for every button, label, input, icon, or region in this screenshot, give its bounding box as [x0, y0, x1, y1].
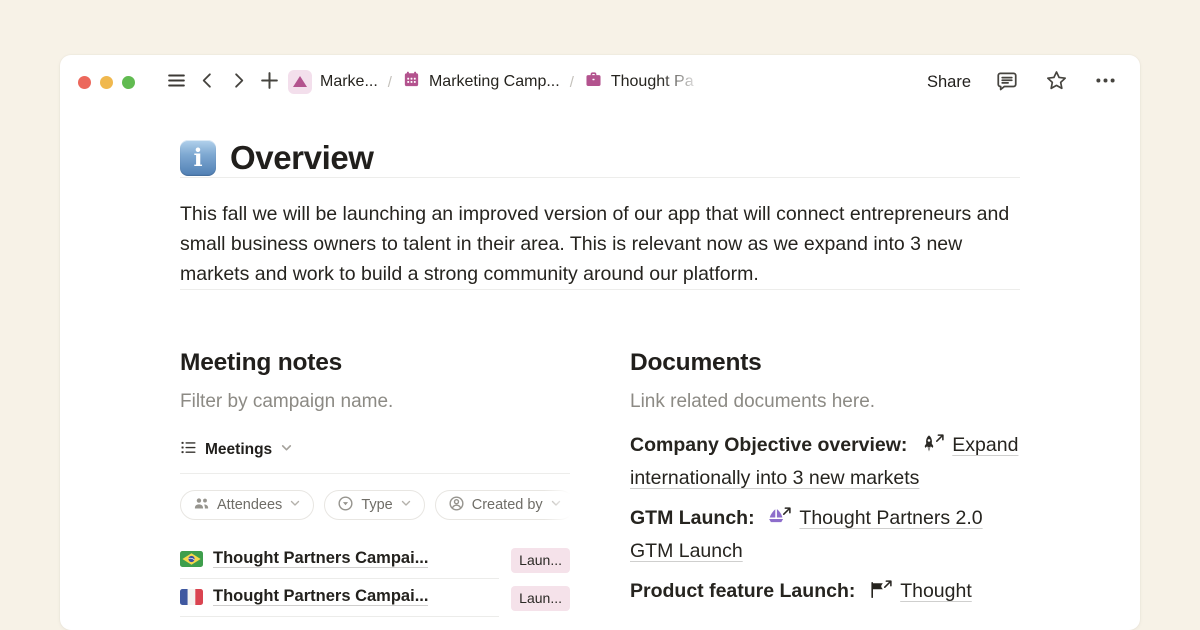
divider — [180, 177, 1020, 178]
rocket-mention-icon — [919, 432, 941, 452]
list-item: GTM Launch: Thought Partners 2.0 GTM Lau… — [630, 502, 1020, 568]
france-flag-icon — [180, 589, 203, 605]
documents-heading: Documents — [630, 349, 1020, 377]
meeting-page-link[interactable]: Thought Partners Campai... — [180, 579, 499, 617]
chevron-down-icon — [400, 497, 412, 513]
list-item: Company Objective overview: Expand inter… — [630, 429, 1020, 495]
calendar-icon — [402, 70, 421, 94]
close-window-button[interactable] — [78, 76, 91, 89]
meeting-page-link[interactable]: Thought Partners Campai... — [180, 541, 499, 579]
breadcrumb-label: Marketing Camp... — [429, 73, 560, 91]
document-label: GTM Launch: — [630, 507, 755, 529]
divider — [180, 289, 1020, 290]
page-content: i Overview This fall we will be launchin… — [60, 109, 1140, 617]
link-arrow-icon — [883, 567, 893, 600]
filter-chip-label: Attendees — [217, 497, 282, 513]
chevron-down-icon — [280, 441, 293, 459]
meeting-notes-heading: Meeting notes — [180, 349, 570, 377]
maximize-window-button[interactable] — [122, 76, 135, 89]
filter-chip-type[interactable]: Type — [324, 490, 424, 520]
filter-chip-label: Created by — [472, 497, 543, 513]
star-icon — [1045, 69, 1068, 95]
breadcrumb-separator: / — [570, 74, 574, 91]
comment-bubble-icon — [995, 70, 1019, 95]
traffic-lights — [78, 76, 135, 89]
link-arrow-icon — [782, 494, 792, 527]
back-button[interactable] — [194, 69, 220, 95]
favorite-button[interactable] — [1043, 69, 1069, 95]
sailboat-mention-icon — [766, 505, 788, 525]
campaign-tag[interactable]: Laun... — [511, 586, 570, 611]
document-link[interactable]: Thought — [900, 580, 972, 602]
filter-chip-created-by[interactable]: Created by — [435, 490, 570, 520]
document-label: Product feature Launch: — [630, 580, 855, 602]
documents-column: Documents Link related documents here. C… — [630, 349, 1020, 617]
select-circle-icon — [337, 495, 354, 516]
breadcrumb-label: Marke... — [320, 73, 378, 91]
breadcrumb-marketing-campaigns[interactable]: Marketing Camp... — [402, 70, 560, 94]
documents-caption: Link related documents here. — [630, 391, 1020, 413]
nav-controls — [163, 69, 282, 95]
filter-chip-label: Type — [361, 497, 392, 513]
documents-list: Company Objective overview: Expand inter… — [630, 429, 1020, 608]
share-button[interactable]: Share — [927, 73, 971, 92]
breadcrumb: Marke... / Marketing Camp... / Thought P… — [288, 70, 707, 94]
document-label: Company Objective overview: — [630, 434, 907, 456]
breadcrumb-workspace[interactable]: Marke... — [288, 70, 378, 94]
campaign-tag[interactable]: Laun... — [511, 548, 570, 573]
more-options-button[interactable] — [1092, 69, 1118, 95]
page-title: Overview — [230, 139, 374, 177]
two-column-layout: Meeting notes Filter by campaign name. M… — [180, 349, 1020, 617]
new-page-button[interactable] — [256, 69, 282, 95]
flag-mention-icon — [867, 578, 889, 598]
people-icon — [193, 495, 210, 516]
meeting-rows-list: Thought Partners Campai... Laun... Thoug… — [180, 541, 570, 617]
chevron-down-icon — [550, 497, 562, 513]
briefcase-icon — [584, 70, 603, 94]
meetings-view-tab[interactable]: Meetings — [180, 439, 570, 474]
sidebar-menu-button[interactable] — [163, 69, 189, 95]
ellipsis-icon — [1094, 69, 1117, 95]
chevron-left-icon — [198, 71, 217, 93]
minimize-window-button[interactable] — [100, 76, 113, 89]
filter-chip-attendees[interactable]: Attendees — [180, 490, 314, 520]
table-row: Thought Partners Campai... Laun... — [180, 579, 570, 617]
list-item: Product feature Launch: Thought — [630, 575, 1020, 608]
workspace-logo-icon — [288, 70, 312, 94]
brazil-flag-icon — [180, 551, 203, 567]
plus-icon — [259, 70, 280, 94]
intro-paragraph: This fall we will be launching an improv… — [180, 199, 1020, 289]
link-arrow-icon — [935, 421, 945, 454]
filter-chips-row: Attendees Type — [180, 490, 570, 520]
view-label: Meetings — [205, 441, 272, 459]
list-view-icon — [180, 439, 197, 461]
forward-button[interactable] — [225, 69, 251, 95]
comments-button[interactable] — [994, 69, 1020, 95]
notion-window: Marke... / Marketing Camp... / Thought P… — [60, 55, 1140, 630]
meeting-row-title: Thought Partners Campai... — [213, 549, 428, 568]
breadcrumb-label: Thought Pa — [611, 73, 694, 90]
meeting-notes-column: Meeting notes Filter by campaign name. M… — [180, 349, 570, 617]
page-title-row: i Overview — [180, 139, 1020, 177]
chevron-down-icon — [289, 497, 301, 513]
breadcrumb-separator: / — [388, 74, 392, 91]
topbar-actions: Share — [927, 69, 1118, 95]
breadcrumb-thought-partners[interactable]: Thought Pa — [584, 70, 707, 94]
window-topbar: Marke... / Marketing Camp... / Thought P… — [60, 55, 1140, 109]
person-circle-icon — [448, 495, 465, 516]
meeting-notes-caption: Filter by campaign name. — [180, 391, 570, 413]
table-row: Thought Partners Campai... Laun... — [180, 541, 570, 579]
chevron-right-icon — [229, 71, 248, 93]
information-emoji-icon[interactable]: i — [180, 140, 216, 176]
meeting-row-title: Thought Partners Campai... — [213, 587, 428, 606]
hamburger-icon — [166, 70, 187, 94]
